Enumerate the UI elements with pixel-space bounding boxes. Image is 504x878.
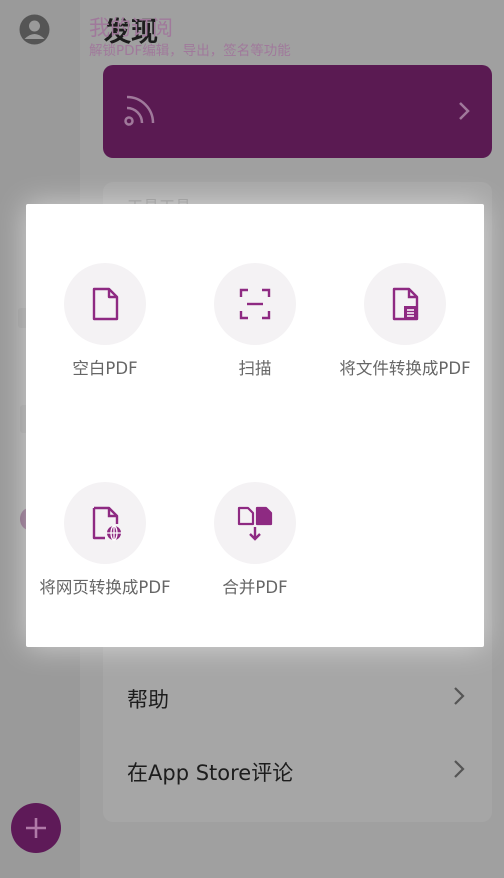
chevron-right-icon bbox=[454, 687, 465, 705]
file-convert-label: 将文件转换成PDF bbox=[339, 359, 471, 378]
chevron-right-icon bbox=[454, 760, 465, 778]
account-icon[interactable] bbox=[19, 14, 50, 45]
web-convert-action[interactable]: 将网页转换成PDF bbox=[30, 482, 180, 622]
merge-icon bbox=[237, 506, 273, 541]
plus-icon bbox=[26, 818, 46, 838]
subscription-description: 解锁PDF编辑，导出，签名等功能 bbox=[89, 43, 291, 59]
scan-circle bbox=[214, 263, 296, 345]
rss-icon bbox=[124, 95, 155, 126]
create-pdf-dialog: 空白PDF 扫描 将文件转换成PDF 将网页转换成PDF 合并PDF bbox=[26, 204, 484, 647]
merge-pdf-label: 合并PDF bbox=[222, 578, 288, 597]
scan-icon bbox=[239, 288, 271, 320]
web-convert-circle bbox=[64, 482, 146, 564]
file-convert-icon bbox=[392, 287, 419, 321]
web-convert-icon bbox=[92, 506, 121, 541]
review-label: 在App Store评论 bbox=[127, 761, 294, 785]
chevron-right-icon bbox=[459, 102, 470, 120]
blank-page-icon bbox=[92, 287, 119, 321]
file-convert-action[interactable]: 将文件转换成PDF bbox=[330, 263, 480, 403]
help-row[interactable]: 帮助 bbox=[103, 668, 492, 726]
merge-pdf-circle bbox=[214, 482, 296, 564]
subscription-title: 我的订阅 bbox=[89, 16, 173, 40]
blank-pdf-circle bbox=[64, 263, 146, 345]
add-button[interactable] bbox=[11, 803, 61, 853]
help-label: 帮助 bbox=[127, 688, 169, 712]
scan-action[interactable]: 扫描 bbox=[180, 263, 330, 403]
file-convert-circle bbox=[364, 263, 446, 345]
merge-pdf-action[interactable]: 合并PDF bbox=[180, 482, 330, 622]
blank-pdf-action[interactable]: 空白PDF bbox=[30, 263, 180, 403]
review-row[interactable]: 在App Store评论 bbox=[103, 741, 492, 799]
subscription-card[interactable] bbox=[103, 65, 492, 158]
